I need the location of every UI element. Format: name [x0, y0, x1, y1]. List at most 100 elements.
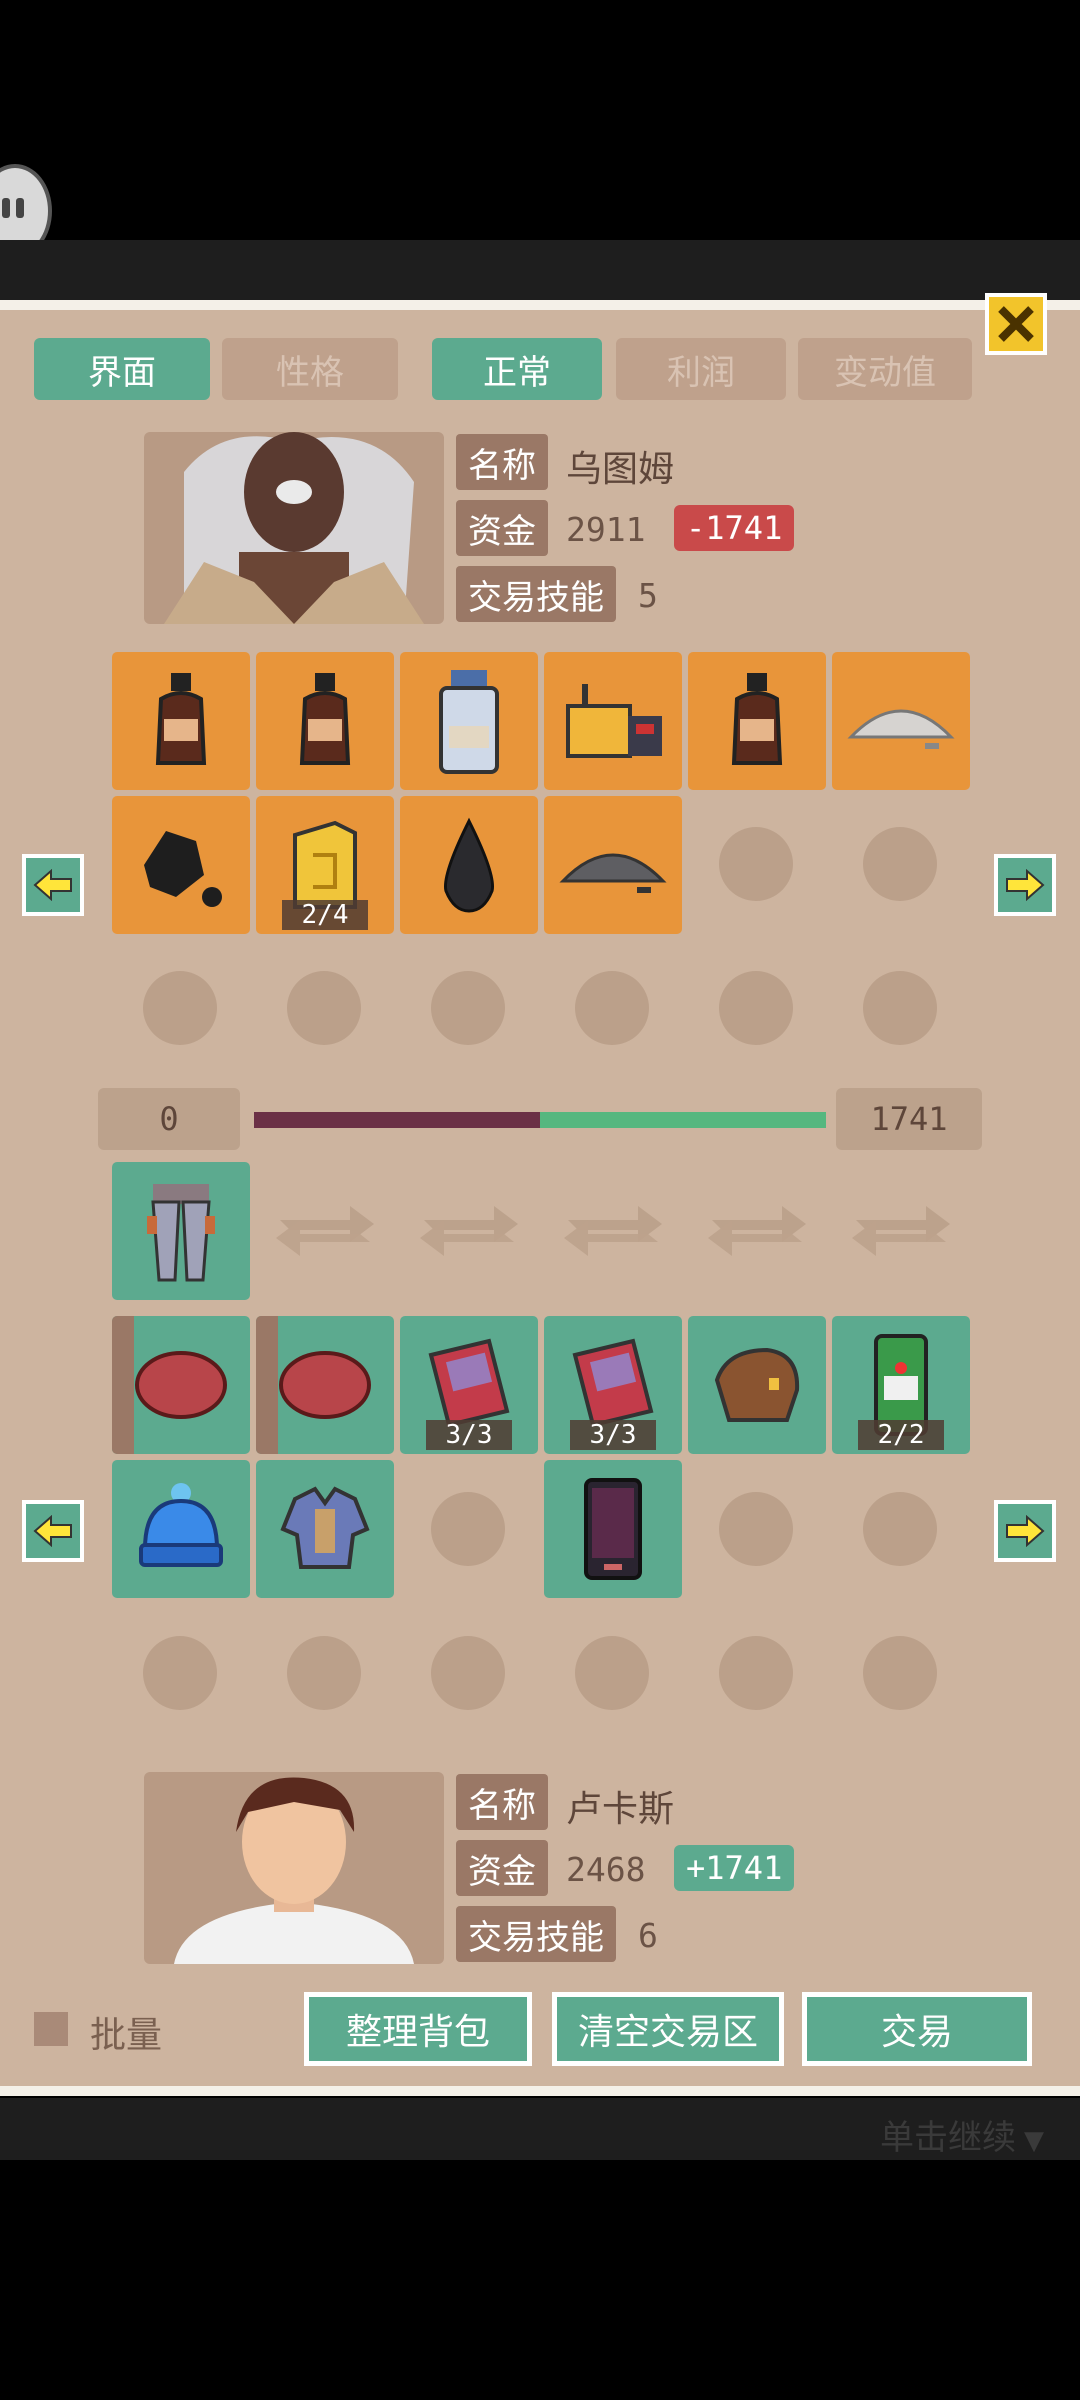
balance-bar — [254, 1112, 826, 1128]
continue-hint-text: 单击继续 — [880, 2118, 1016, 2158]
bottle-icon — [155, 673, 207, 765]
empty-slot[interactable] — [287, 971, 361, 1045]
bag-icon — [714, 1347, 800, 1422]
player-item-book[interactable]: 3/3 — [544, 1316, 682, 1454]
trader-item-bottle[interactable] — [256, 652, 394, 790]
trade-slot-pants[interactable] — [112, 1162, 250, 1300]
balance-right-value: 1741 — [836, 1088, 982, 1150]
swap-icon — [702, 1190, 812, 1274]
arrow-left-icon — [33, 869, 72, 901]
empty-slot[interactable] — [287, 1636, 361, 1710]
tab-profit[interactable]: 利润 — [616, 338, 786, 400]
meat-icon — [135, 1351, 227, 1419]
trader-funds: 2911 — [566, 510, 646, 549]
trader-item-oil-drop[interactable] — [400, 796, 538, 934]
trader-item-coal[interactable] — [112, 796, 250, 934]
empty-slot[interactable] — [143, 1636, 217, 1710]
empty-slot[interactable] — [863, 971, 937, 1045]
chevron-down-icon: ▼ — [1024, 2126, 1044, 2156]
trader-item-dark-powder[interactable] — [544, 796, 682, 934]
tab-normal[interactable]: 正常 — [432, 338, 602, 400]
continue-hint[interactable]: 单击继续 ▼ — [880, 2110, 1044, 2159]
sort-bag-button[interactable]: 整理背包 — [304, 1992, 532, 2066]
arrow-right-icon — [1006, 869, 1045, 901]
bulk-checkbox[interactable] — [34, 2012, 68, 2046]
jar-icon — [439, 670, 499, 774]
empty-slot[interactable] — [863, 1492, 937, 1566]
trader-item-powder[interactable] — [832, 652, 970, 790]
player-skill: 6 — [638, 1916, 658, 1955]
bottle-icon — [731, 673, 783, 765]
player-portrait — [144, 1772, 444, 1964]
player-item-armor[interactable] — [256, 1460, 394, 1598]
trader-portrait — [144, 432, 444, 624]
meat-icon — [279, 1351, 371, 1419]
trader-item-bottle[interactable] — [112, 652, 250, 790]
empty-slot[interactable] — [863, 1636, 937, 1710]
trader-funds-delta: -1741 — [674, 505, 795, 551]
empty-slot[interactable] — [431, 1636, 505, 1710]
trader-item-fuel-can[interactable]: 2/4 — [256, 796, 394, 934]
empty-slot[interactable] — [863, 827, 937, 901]
player-name: 卢卡斯 — [566, 1789, 675, 1830]
tab-personality[interactable]: 性格 — [222, 338, 398, 400]
empty-slot[interactable] — [719, 1636, 793, 1710]
trader-skill: 5 — [638, 576, 658, 615]
trader-next-page-button[interactable] — [994, 854, 1056, 916]
bulk-label: 批量 — [90, 2015, 163, 2056]
player-name-label: 名称 — [456, 1774, 548, 1830]
empty-slot[interactable] — [431, 971, 505, 1045]
item-count: 3/3 — [426, 1420, 512, 1450]
beanie-icon — [139, 1483, 223, 1567]
player-prev-page-button[interactable] — [22, 1500, 84, 1562]
trader-prev-page-button[interactable] — [22, 854, 84, 916]
phone-icon — [584, 1478, 642, 1580]
player-item-book[interactable]: 3/3 — [400, 1316, 538, 1454]
coal-icon — [144, 831, 222, 907]
empty-slot[interactable] — [719, 1492, 793, 1566]
player-item-bag[interactable] — [688, 1316, 826, 1454]
player-item-beer-can[interactable]: 2/2 — [832, 1316, 970, 1454]
player-item-beanie[interactable] — [112, 1460, 250, 1598]
player-next-page-button[interactable] — [994, 1500, 1056, 1562]
swap-icon — [558, 1190, 668, 1274]
player-funds: 2468 — [566, 1850, 646, 1889]
armor-icon — [280, 1486, 370, 1569]
empty-slot[interactable] — [431, 1492, 505, 1566]
empty-slot[interactable] — [575, 1636, 649, 1710]
tab-interface[interactable]: 界面 — [34, 338, 210, 400]
trader-skill-label: 交易技能 — [456, 566, 616, 622]
item-count: 2/2 — [858, 1420, 944, 1450]
arrow-left-icon — [33, 1515, 72, 1547]
tab-change-value[interactable]: 变动值 — [798, 338, 972, 400]
dark-powder-icon — [559, 853, 667, 893]
close-button[interactable] — [985, 293, 1047, 355]
clear-trade-area-button[interactable]: 清空交易区 — [552, 1992, 784, 2066]
trader-name-label: 名称 — [456, 434, 548, 490]
close-icon — [998, 306, 1034, 342]
trader-item-bottle[interactable] — [688, 652, 826, 790]
empty-slot[interactable] — [575, 971, 649, 1045]
oil-drop-icon — [443, 817, 495, 913]
player-skill-label: 交易技能 — [456, 1906, 616, 1962]
player-item-meat[interactable] — [112, 1316, 250, 1454]
radio-icon — [566, 684, 662, 758]
empty-slot[interactable] — [719, 827, 793, 901]
player-funds-delta: +1741 — [674, 1845, 795, 1891]
player-funds-label: 资金 — [456, 1840, 548, 1896]
trader-item-radio[interactable] — [544, 652, 682, 790]
empty-slot[interactable] — [143, 971, 217, 1045]
pants-icon — [147, 1184, 215, 1282]
bottle-icon — [299, 673, 351, 765]
player-item-phone[interactable] — [544, 1460, 682, 1598]
powder-pile-icon — [847, 709, 955, 749]
swap-icon — [270, 1190, 380, 1274]
player-item-meat[interactable] — [256, 1316, 394, 1454]
trader-funds-label: 资金 — [456, 500, 548, 556]
trader-item-jar[interactable] — [400, 652, 538, 790]
arrow-right-icon — [1006, 1515, 1045, 1547]
balance-bar-fill — [254, 1112, 540, 1128]
empty-slot[interactable] — [719, 971, 793, 1045]
swap-icon — [846, 1190, 956, 1274]
trade-button[interactable]: 交易 — [802, 1992, 1032, 2066]
